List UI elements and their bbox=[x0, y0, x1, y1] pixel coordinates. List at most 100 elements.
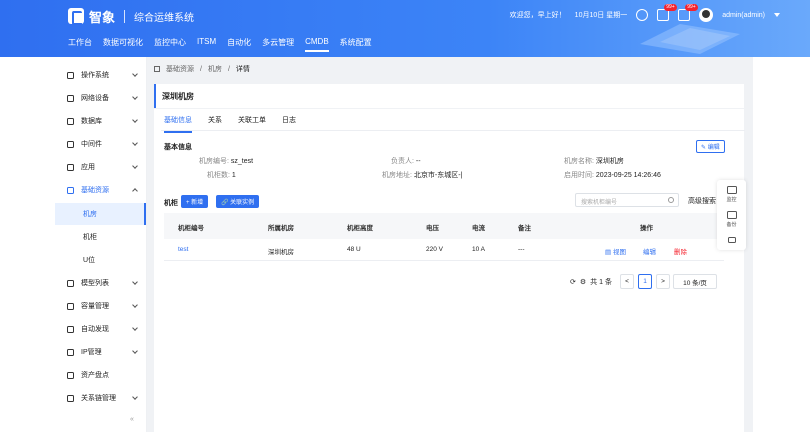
sidebar-item-application[interactable]: 应用 bbox=[67, 157, 145, 177]
chevron-down-icon bbox=[132, 394, 138, 400]
user-name[interactable]: admin(admin) bbox=[722, 12, 765, 19]
list-icon bbox=[67, 279, 74, 287]
search-placeholder: 搜索机柜编号 bbox=[581, 200, 618, 206]
nav-cmdb[interactable]: CMDB bbox=[305, 37, 329, 52]
sidebar-item-auto-discovery[interactable]: 自动发现 bbox=[67, 319, 145, 339]
search-icon[interactable] bbox=[636, 9, 649, 21]
avatar[interactable] bbox=[699, 8, 714, 22]
sidebar-item-middleware[interactable]: 中间件 bbox=[67, 134, 145, 154]
monitor-shortcut-label: 监控 bbox=[726, 197, 737, 203]
chevron-up-icon bbox=[132, 188, 138, 194]
cabinet-search-input[interactable]: 搜索机柜编号 bbox=[575, 193, 679, 207]
breadcrumb-detail: 详情 bbox=[235, 66, 250, 73]
chevron-down-icon bbox=[132, 348, 138, 354]
cabinet-code-link[interactable]: test bbox=[178, 246, 188, 253]
breadcrumb: 基础资源 / 机房 / 详情 bbox=[154, 64, 256, 74]
nav-automation[interactable]: 自动化 bbox=[227, 37, 251, 52]
field-room-code: 机房编号: sz_test bbox=[199, 156, 253, 166]
breadcrumb-basic-resources[interactable]: 基础资源 bbox=[166, 64, 194, 74]
relation-icon bbox=[67, 394, 74, 402]
delete-row-button[interactable]: 删除 bbox=[674, 246, 687, 256]
brand[interactable]: 智象 综合运维系统 bbox=[68, 6, 194, 26]
network-icon bbox=[67, 94, 74, 102]
floating-toolbar: 监控 备份 bbox=[717, 180, 746, 250]
chevron-down-icon[interactable] bbox=[774, 13, 780, 17]
sidebar-item-ip-management[interactable]: IP管理 bbox=[67, 342, 145, 362]
nav-workbench[interactable]: 工作台 bbox=[68, 37, 92, 52]
discovery-icon bbox=[67, 325, 74, 333]
total-count: 共 1 条 bbox=[590, 278, 612, 286]
nav-itsm[interactable]: ITSM bbox=[197, 37, 216, 52]
view-button[interactable]: ▤ 视图 bbox=[605, 246, 626, 256]
capacity-icon bbox=[67, 302, 74, 310]
field-owner: 负责人: -- bbox=[391, 156, 421, 166]
column-header: 电压 bbox=[426, 225, 439, 232]
home-icon[interactable] bbox=[154, 66, 160, 72]
sidebar-item-u-position[interactable]: U位 bbox=[55, 249, 146, 271]
application-icon bbox=[67, 163, 74, 171]
nav-system-config[interactable]: 系统配置 bbox=[340, 37, 372, 52]
breadcrumb-separator: / bbox=[200, 65, 202, 73]
sidebar: 操作系统 网络设备 数据库 中间件 应用 基础资源 机房 机柜 U位 模型列表 … bbox=[55, 57, 147, 432]
field-value: 2023-09-25 14:26:46 bbox=[595, 172, 661, 179]
chevron-down-icon bbox=[132, 279, 138, 285]
sidebar-item-model-list[interactable]: 模型列表 bbox=[67, 273, 145, 293]
sidebar-item-capacity[interactable]: 容量管理 bbox=[67, 296, 145, 316]
edit-row-button[interactable]: 编辑 bbox=[643, 246, 656, 256]
date-text: 10月10日 星期一 bbox=[574, 12, 628, 19]
refresh-icon[interactable]: ⟳ bbox=[570, 278, 576, 286]
sidebar-item-network[interactable]: 网络设备 bbox=[67, 88, 145, 108]
sidebar-item-room[interactable]: 机房 bbox=[55, 203, 146, 225]
collapse-sidebar-button[interactable]: « bbox=[130, 416, 134, 423]
cell-voltage: 220 V bbox=[426, 246, 443, 253]
edit-button[interactable]: ✎ 编辑 bbox=[696, 140, 725, 153]
settings-icon[interactable]: ⚙ bbox=[580, 278, 586, 286]
main-area: 基础资源 / 机房 / 详情 深圳机房 基础信息 关系 关联工单 日志 基本信息… bbox=[147, 57, 753, 432]
field-enable-time: 启用时间: 2023-09-25 14:26:46 bbox=[564, 170, 661, 180]
top-header: 智象 综合运维系统 欢迎您，早上好！ 10月10日 星期一 99+ 99+ ad… bbox=[0, 0, 810, 57]
field-value: sz_test bbox=[230, 158, 254, 165]
add-cabinet-button[interactable]: + 新增 bbox=[181, 195, 209, 208]
field-label: 机房名称: bbox=[564, 158, 594, 165]
cell-current: 10 A bbox=[472, 246, 486, 253]
field-label: 机柜数: bbox=[207, 172, 230, 179]
sidebar-item-asset-inventory[interactable]: 资产盘点 bbox=[67, 365, 145, 385]
sidebar-item-os[interactable]: 操作系统 bbox=[67, 65, 145, 85]
prev-page-button[interactable]: < bbox=[620, 274, 634, 289]
nav-multicloud[interactable]: 多云管理 bbox=[262, 37, 294, 52]
nav-monitoring[interactable]: 监控中心 bbox=[154, 37, 186, 52]
sidebar-item-relation-chain[interactable]: 关系链管理 bbox=[67, 388, 145, 408]
page-size-select[interactable]: 10 条/页 bbox=[673, 274, 717, 289]
sidebar-item-basic-resources[interactable]: 基础资源 bbox=[67, 180, 145, 200]
cell-note: --- bbox=[518, 246, 525, 253]
next-page-button[interactable]: > bbox=[656, 274, 670, 289]
link-instance-button[interactable]: 🔗 关联实例 bbox=[216, 195, 260, 208]
sidebar-item-cabinet[interactable]: 机柜 bbox=[55, 226, 146, 248]
notification-icon[interactable]: 99+ bbox=[657, 4, 677, 21]
chevron-down-icon bbox=[132, 325, 138, 331]
column-header: 所属机房 bbox=[268, 225, 294, 232]
chevron-down-icon bbox=[132, 140, 138, 146]
backup-shortcut[interactable]: 备份 bbox=[717, 211, 746, 228]
advanced-search-link[interactable]: 高级搜索 bbox=[688, 196, 716, 206]
message-icon[interactable]: 99+ bbox=[678, 4, 698, 21]
breadcrumb-room[interactable]: 机房 bbox=[208, 64, 222, 74]
exit-shortcut[interactable] bbox=[717, 237, 746, 245]
field-value: 1 bbox=[231, 172, 236, 179]
database-icon bbox=[67, 117, 74, 125]
field-address: 机房地址: 北京市-东城区-| bbox=[382, 170, 462, 180]
chevron-down-icon bbox=[132, 117, 138, 123]
search-icon[interactable] bbox=[668, 197, 674, 203]
sidebar-item-label: 应用 bbox=[81, 164, 95, 171]
page-number-1[interactable]: 1 bbox=[638, 274, 652, 289]
chevron-down-icon bbox=[132, 71, 138, 77]
column-header: 备注 bbox=[518, 225, 531, 232]
brand-subtitle: 综合运维系统 bbox=[134, 12, 195, 24]
greeting-text: 欢迎您，早上好！ bbox=[509, 12, 566, 19]
nav-data-visualization[interactable]: 数据可视化 bbox=[103, 37, 143, 52]
sidebar-item-database[interactable]: 数据库 bbox=[67, 111, 145, 131]
page-title: 深圳机房 bbox=[154, 84, 744, 108]
monitor-shortcut[interactable]: 监控 bbox=[717, 186, 746, 203]
inventory-icon bbox=[67, 371, 74, 379]
chevron-down-icon bbox=[132, 163, 138, 169]
